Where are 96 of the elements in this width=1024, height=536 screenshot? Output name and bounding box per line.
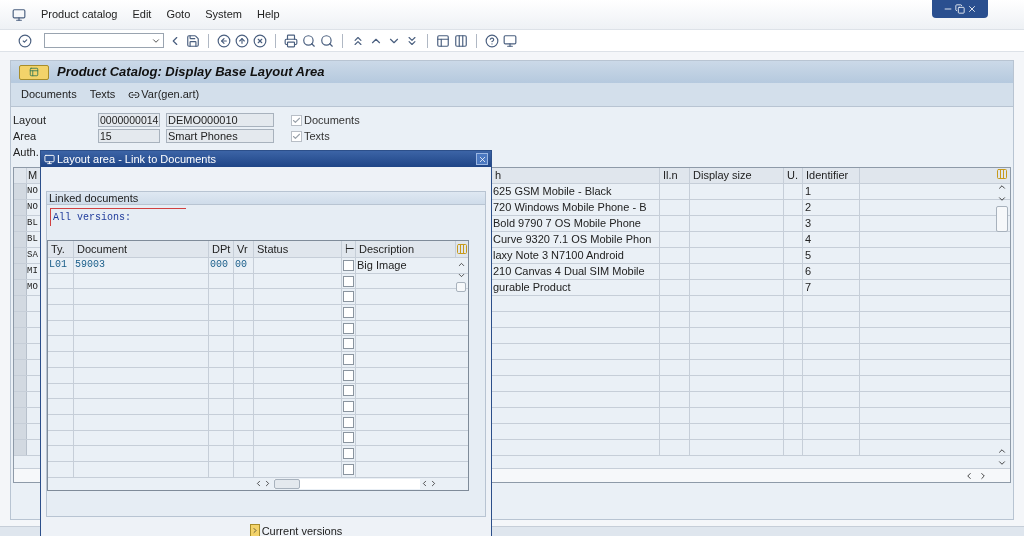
scroll-down-icon[interactable] <box>997 194 1007 204</box>
table-cell: 000 <box>209 258 234 273</box>
scroll-right-icon[interactable] <box>978 470 988 481</box>
table-cell: 1 <box>803 184 860 199</box>
checkbox[interactable] <box>343 259 354 271</box>
column-header[interactable]: Vr <box>234 241 254 257</box>
checkbox[interactable] <box>343 463 354 475</box>
menu-item[interactable]: System <box>205 6 242 23</box>
monitor-icon[interactable] <box>503 33 517 48</box>
checkbox[interactable] <box>343 353 354 365</box>
layout-icon[interactable] <box>436 33 450 48</box>
column-header[interactable]: Identifier <box>803 168 860 183</box>
table-cell: 6 <box>803 264 860 279</box>
print-icon[interactable] <box>284 33 298 48</box>
column-header[interactable]: U. <box>784 168 803 183</box>
checkbox[interactable] <box>343 401 354 413</box>
column-header[interactable]: Display size <box>690 168 784 183</box>
scroll-up-icon[interactable] <box>997 446 1007 456</box>
menu-item[interactable]: Edit <box>132 6 152 23</box>
field-label: Auth. <box>13 144 39 160</box>
scroll-up-icon[interactable] <box>997 182 1007 192</box>
scroll-right-icon[interactable] <box>429 479 438 489</box>
scroll-up-icon[interactable] <box>456 260 466 269</box>
scroll-left-icon[interactable] <box>964 470 974 481</box>
checkbox[interactable] <box>343 275 354 287</box>
restore-icon[interactable] <box>955 4 965 14</box>
scroll-thumb[interactable] <box>996 206 1008 232</box>
help-icon[interactable] <box>485 33 499 48</box>
checkbox[interactable] <box>343 338 354 350</box>
window-icon <box>44 153 55 165</box>
layout-icon <box>29 67 39 77</box>
checkbox[interactable] <box>343 448 354 460</box>
enter-icon[interactable] <box>18 33 32 48</box>
scroll-right-icon[interactable] <box>263 479 272 489</box>
transaction-menu-button[interactable] <box>19 64 49 80</box>
menu-item[interactable]: Product catalog <box>41 6 118 23</box>
table-cell: 59003 <box>74 258 209 273</box>
toolbar-button[interactable]: Texts <box>89 86 116 103</box>
caret-icon <box>249 524 260 536</box>
column-header[interactable]: Document <box>74 241 209 257</box>
scroll-down-icon[interactable] <box>456 271 466 280</box>
close-button[interactable] <box>476 153 488 165</box>
checkbox[interactable] <box>343 291 354 303</box>
table-cell: 2 <box>803 200 860 215</box>
up-icon[interactable] <box>235 33 249 48</box>
checkbox-label: Documents <box>304 112 360 128</box>
table-cell: 3 <box>803 216 860 231</box>
scroll-left-icon[interactable] <box>420 479 429 489</box>
close-icon <box>477 154 487 164</box>
column-header[interactable]: Il.n <box>660 168 690 183</box>
scroll-down-icon[interactable] <box>997 458 1007 468</box>
table-cell: 7 <box>803 280 860 295</box>
close-icon[interactable] <box>967 4 977 14</box>
screen-title: Product Catalog: Display Base Layout Area <box>57 63 325 82</box>
checkbox[interactable] <box>343 416 354 428</box>
column-settings-icon[interactable] <box>456 243 468 255</box>
column-header[interactable]: Ty. <box>48 241 74 257</box>
toolbar-button[interactable]: Documents <box>21 86 77 103</box>
variant-button[interactable]: Var(gen.art) <box>128 86 200 103</box>
menu-item[interactable]: Help <box>256 6 280 23</box>
group-title: Linked documents <box>47 192 485 205</box>
menu-item[interactable]: Goto <box>166 6 191 23</box>
input-field[interactable]: 15 <box>98 129 160 143</box>
command-field[interactable] <box>44 33 164 48</box>
column-header[interactable]: ⊢ <box>342 241 356 257</box>
search-icon[interactable] <box>302 33 316 48</box>
checkbox[interactable] <box>343 369 354 381</box>
column-header[interactable]: DPt <box>209 241 234 257</box>
column-header[interactable]: Status <box>254 241 342 257</box>
column-header[interactable]: Description <box>356 241 456 257</box>
scroll-thumb[interactable] <box>274 478 300 489</box>
table-cell: L01 <box>48 258 74 273</box>
current-versions-button[interactable]: Current versions <box>249 522 343 536</box>
checkbox[interactable] <box>343 306 354 318</box>
table-cell: 5 <box>803 248 860 263</box>
description-field: Smart Phones <box>166 129 274 143</box>
dialog-title: Layout area - Link to Documents <box>57 151 216 167</box>
scroll-left-icon[interactable] <box>254 479 263 489</box>
layout-icon[interactable] <box>454 33 468 48</box>
field-label: Area <box>13 128 37 144</box>
versions-label: All versions: <box>52 211 131 225</box>
field-label: Layout <box>13 112 47 128</box>
description-field: DEMO000010 <box>166 113 274 127</box>
scroll-thumb[interactable] <box>456 282 466 292</box>
checkbox[interactable] <box>343 385 354 397</box>
input-field[interactable]: 0000000014 <box>98 113 160 127</box>
table-cell: 4 <box>803 232 860 247</box>
checkbox-label: Texts <box>304 128 330 144</box>
checkbox[interactable] <box>343 322 354 334</box>
table-cell: 00 <box>234 258 254 273</box>
back-icon[interactable] <box>217 33 231 48</box>
cancel-icon[interactable] <box>253 33 267 48</box>
checkbox[interactable] <box>343 432 354 444</box>
search-icon[interactable] <box>320 33 334 48</box>
save-icon[interactable] <box>186 33 200 48</box>
column-settings-icon[interactable] <box>996 168 1008 180</box>
